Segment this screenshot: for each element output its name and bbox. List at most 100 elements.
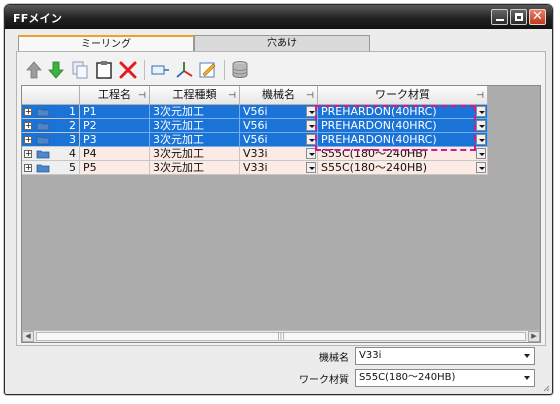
row-header[interactable]: +4 — [22, 147, 80, 161]
pin-icon[interactable]: ⊣ — [138, 87, 146, 105]
row-header[interactable]: +1 — [22, 105, 80, 119]
dropdown-arrow-icon[interactable] — [476, 106, 486, 117]
title-bar[interactable]: FFメイン ✕ — [5, 5, 552, 29]
cell-type[interactable]: 3次元加工 — [150, 133, 240, 147]
folder-icon — [36, 164, 50, 173]
copy-button[interactable] — [69, 59, 91, 81]
dropdown-arrow-icon[interactable] — [476, 148, 486, 159]
cell-material[interactable]: S55C(180～240HB) — [318, 161, 488, 175]
pin-icon[interactable]: ⊣ — [228, 87, 236, 105]
expand-icon[interactable]: + — [24, 136, 32, 144]
cell-name[interactable]: P4 — [80, 147, 150, 161]
tab-milling[interactable]: ミーリング — [18, 35, 194, 52]
table-row[interactable]: +1 P1 3次元加工 V56i PREHARDON(40HRC) — [22, 105, 492, 119]
dropdown-arrow-icon[interactable] — [306, 148, 316, 159]
paste-icon — [96, 61, 112, 79]
cell-name[interactable]: P3 — [80, 133, 150, 147]
tab-bar: ミーリング 穴あけ — [18, 35, 370, 52]
work-material-label: ワーク材質 — [299, 375, 349, 386]
close-button[interactable]: ✕ — [529, 9, 546, 25]
pin-icon[interactable]: ⊣ — [476, 87, 484, 105]
cell-type[interactable]: 3次元加工 — [150, 105, 240, 119]
ff-main-window: FFメイン ✕ ミーリング 穴あけ 工程名 ⊣ 工程種類 ⊣ 機械名 ⊣ ワーク… — [4, 4, 553, 395]
move-down-button[interactable] — [45, 59, 67, 81]
arrow-down-icon — [48, 61, 64, 79]
expand-icon[interactable]: + — [24, 122, 32, 130]
dropdown-arrow-icon[interactable] — [306, 106, 316, 117]
copy-icon — [72, 61, 88, 79]
minimize-button[interactable] — [491, 9, 508, 25]
table-row[interactable]: +5 P5 3次元加工 V33i S55C(180～240HB) — [22, 161, 492, 175]
expand-icon[interactable]: + — [24, 150, 32, 158]
scroll-left-icon[interactable]: ◀ — [22, 331, 34, 342]
cell-name[interactable]: P5 — [80, 161, 150, 175]
database-button[interactable] — [229, 59, 251, 81]
pin-icon[interactable]: ⊣ — [306, 87, 314, 105]
arrow-up-icon — [26, 61, 42, 79]
cell-machine[interactable]: V33i — [240, 147, 318, 161]
insert-button[interactable] — [149, 59, 171, 81]
cell-material[interactable]: PREHARDON(40HRC) — [318, 119, 488, 133]
work-material-field: ワーク材質 S55C(180～240HB) — [299, 369, 535, 387]
row-number: 5 — [69, 161, 76, 174]
row-header[interactable]: +5 — [22, 161, 80, 175]
cell-type[interactable]: 3次元加工 — [150, 147, 240, 161]
row-number: 4 — [69, 147, 76, 160]
paste-button[interactable] — [93, 59, 115, 81]
table-row[interactable]: +2 P2 3次元加工 V56i PREHARDON(40HRC) — [22, 119, 492, 133]
machine-name-label: 機械名 — [319, 353, 349, 364]
process-grid: 工程名 ⊣ 工程種類 ⊣ 機械名 ⊣ ワーク材質 ⊣ +1 P1 3次元加工 V56i PREH… — [21, 85, 541, 343]
expand-icon[interactable]: + — [24, 108, 32, 116]
axis-button[interactable] — [173, 59, 195, 81]
dropdown-arrow-icon[interactable] — [306, 134, 316, 145]
column-header-work-material[interactable]: ワーク材質 ⊣ — [318, 86, 488, 105]
machine-name-field: 機械名 V33i — [319, 347, 535, 365]
folder-icon — [36, 122, 50, 131]
row-header[interactable]: +2 — [22, 119, 80, 133]
milling-panel: 工程名 ⊣ 工程種類 ⊣ 機械名 ⊣ ワーク材質 ⊣ +1 P1 3次元加工 V56i PREH… — [16, 51, 546, 346]
tab-drilling[interactable]: 穴あけ — [194, 35, 370, 51]
cell-type[interactable]: 3次元加工 — [150, 119, 240, 133]
folder-icon — [36, 150, 50, 159]
toolbar — [23, 57, 273, 83]
maximize-button[interactable] — [510, 9, 527, 25]
column-header-process-name[interactable]: 工程名 ⊣ — [80, 86, 150, 105]
resize-grip-icon[interactable] — [542, 384, 550, 392]
column-header-machine-name[interactable]: 機械名 ⊣ — [240, 86, 318, 105]
cell-material[interactable]: PREHARDON(40HRC) — [318, 133, 488, 147]
dropdown-arrow-icon[interactable] — [306, 162, 316, 173]
close-icon: ✕ — [532, 9, 543, 24]
cell-name[interactable]: P1 — [80, 105, 150, 119]
work-material-select[interactable]: S55C(180～240HB) — [355, 369, 535, 387]
dropdown-arrow-icon[interactable] — [476, 162, 486, 173]
row-number: 1 — [69, 105, 76, 118]
dropdown-arrow-icon[interactable] — [476, 120, 486, 131]
cell-material[interactable]: S55C(180～240HB) — [318, 147, 488, 161]
cell-machine[interactable]: V56i — [240, 133, 318, 147]
dropdown-arrow-icon[interactable] — [306, 120, 316, 131]
dropdown-arrow-icon[interactable] — [476, 134, 486, 145]
scroll-thumb[interactable]: ||| — [36, 332, 526, 341]
horizontal-scrollbar[interactable]: ◀ ||| ▶ — [22, 330, 540, 342]
folder-icon — [36, 108, 50, 117]
cell-machine[interactable]: V56i — [240, 119, 318, 133]
machine-name-select[interactable]: V33i — [355, 347, 535, 365]
table-row[interactable]: +3 P3 3次元加工 V56i PREHARDON(40HRC) — [22, 133, 492, 147]
table-row[interactable]: +4 P4 3次元加工 V33i S55C(180～240HB) — [22, 147, 492, 161]
row-header[interactable]: +3 — [22, 133, 80, 147]
row-header-corner — [22, 86, 80, 105]
scroll-right-icon[interactable]: ▶ — [528, 331, 540, 342]
move-up-button[interactable] — [23, 59, 45, 81]
cell-type[interactable]: 3次元加工 — [150, 161, 240, 175]
expand-icon[interactable]: + — [24, 164, 32, 172]
delete-button[interactable] — [117, 59, 139, 81]
toolbar-separator — [224, 60, 225, 80]
cell-machine[interactable]: V56i — [240, 105, 318, 119]
window-title: FFメイン — [13, 12, 63, 25]
cell-material[interactable]: PREHARDON(40HRC) — [318, 105, 488, 119]
cell-name[interactable]: P2 — [80, 119, 150, 133]
edit-button[interactable] — [197, 59, 219, 81]
cell-machine[interactable]: V33i — [240, 161, 318, 175]
axis-icon — [176, 62, 193, 78]
column-header-process-type[interactable]: 工程種類 ⊣ — [150, 86, 240, 105]
